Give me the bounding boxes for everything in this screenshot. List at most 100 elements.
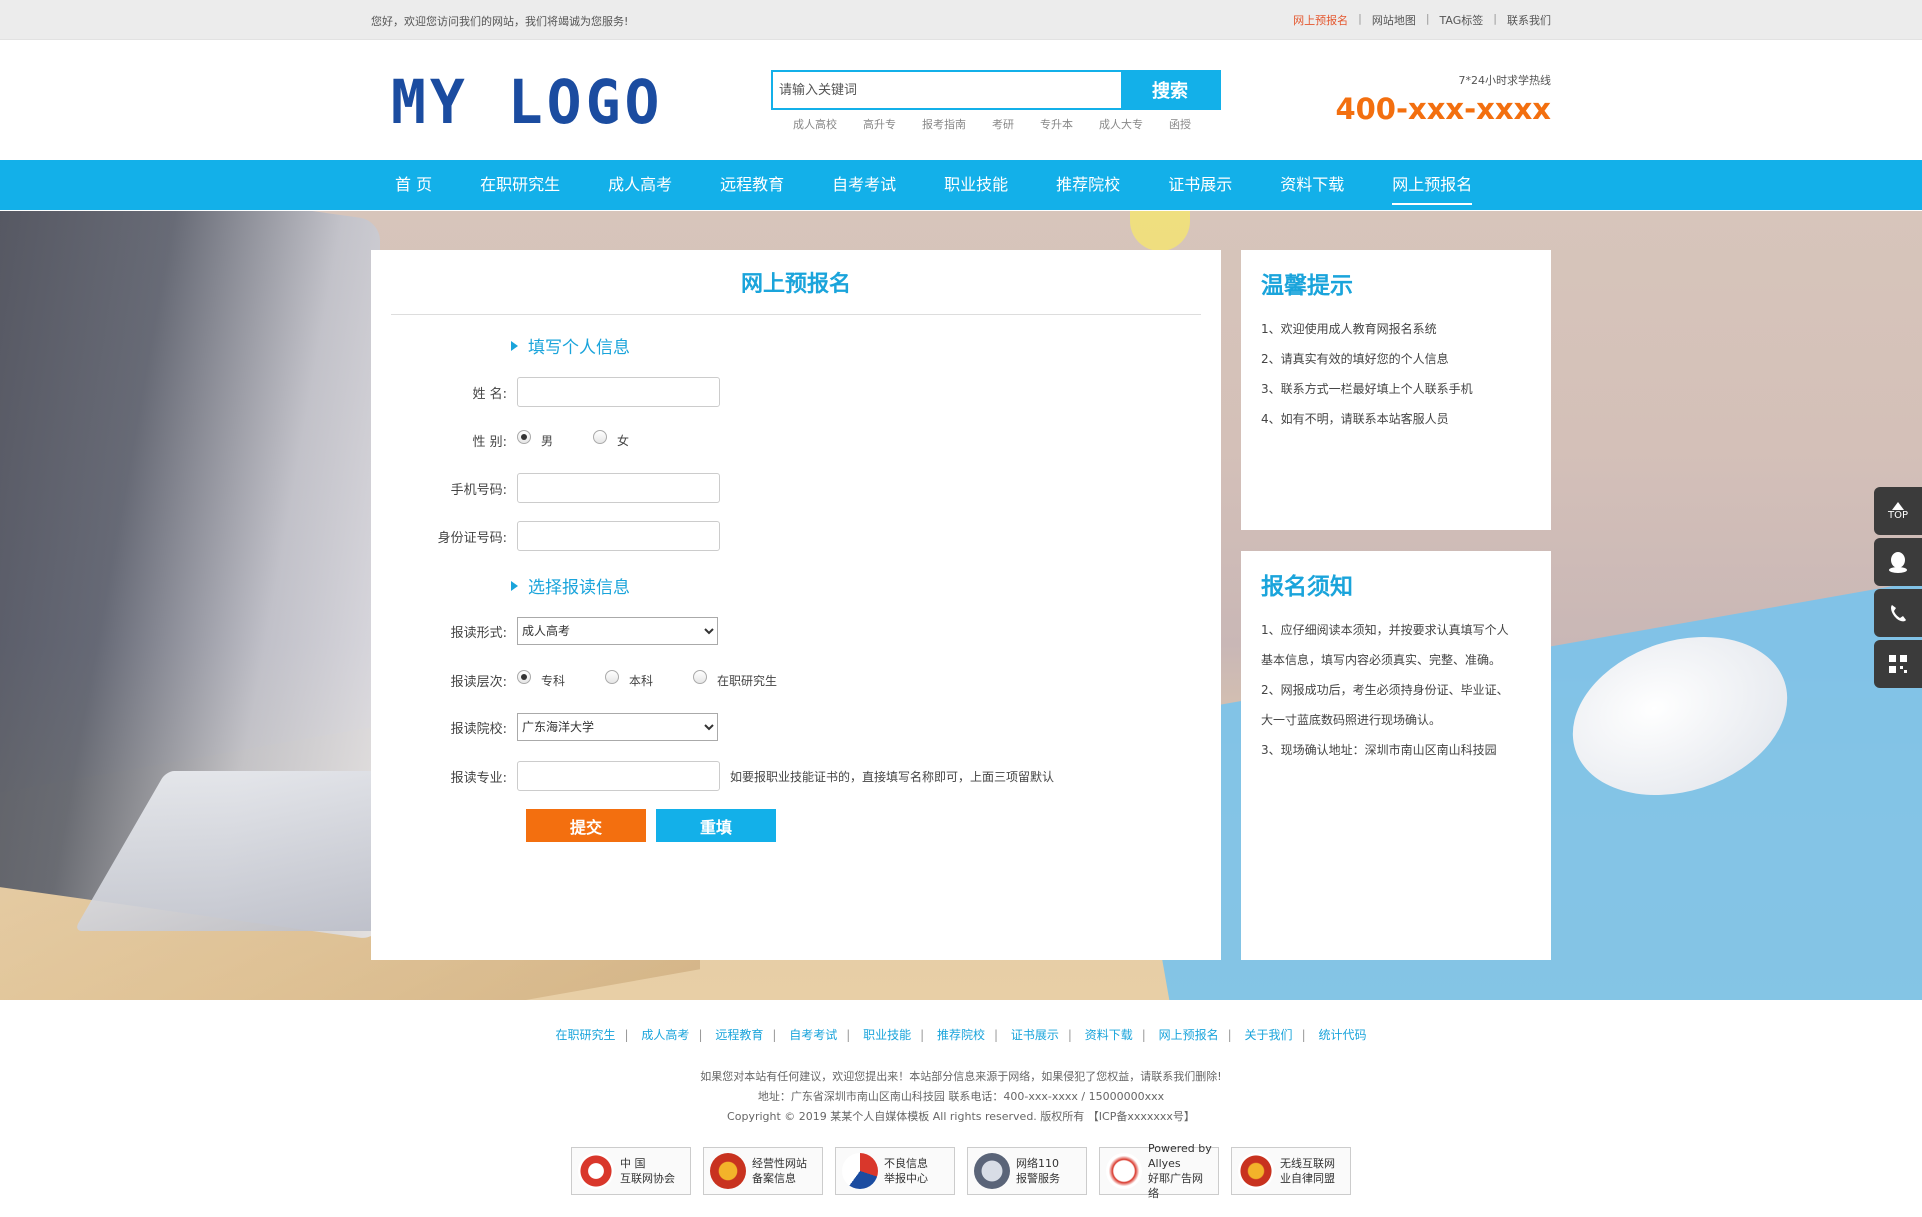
notice-panel: 报名须知 1、应仔细阅读本须知，并按要求认真填写个人 基本信息，填写内容必须真实…: [1241, 551, 1551, 960]
form-title: 网上预报名: [740, 272, 851, 297]
qrcode-button[interactable]: [1874, 640, 1922, 688]
header: MY LOGO 搜索 成人高校 高升专 报考指南 考研 专升本 成人大专 函授 …: [0, 40, 1922, 160]
level-junior-college-radio[interactable]: 专科: [517, 670, 565, 689]
gender-row: 性 别: 男 女: [371, 425, 1221, 455]
tips-panel: 温馨提示 1、欢迎使用成人教育网报名系统 2、请真实有效的填好您的个人信息 3、…: [1241, 250, 1551, 530]
hotword[interactable]: 函授: [1169, 116, 1191, 132]
footer-link[interactable]: 在职研究生: [556, 1028, 616, 1042]
top-link-sitemap[interactable]: 网站地图: [1372, 12, 1416, 28]
gender-male-radio[interactable]: 男: [517, 430, 553, 449]
report-icon: [842, 1153, 878, 1189]
emblem-icon: [710, 1153, 746, 1189]
badge-website-record[interactable]: 经营性网站 备案信息: [703, 1147, 823, 1195]
nav-item-schools[interactable]: 推荐院校: [1056, 160, 1120, 210]
mode-select[interactable]: 成人高考: [517, 617, 718, 645]
footer-address: 地址：广东省深圳市南山区南山科技园 联系电话：400-xxx-xxxx / 15…: [757, 1090, 1165, 1103]
phone-row: 手机号码:: [371, 473, 1221, 503]
hotline: 7*24小时求学热线 400-xxx-xxxx: [1335, 72, 1551, 126]
reset-button[interactable]: 重填: [656, 809, 776, 842]
major-row: 报读专业: 如要报职业技能证书的，直接填写名称即可，上面三项留默认: [371, 761, 1221, 791]
footer-link[interactable]: 远程教育: [715, 1028, 763, 1042]
hotword[interactable]: 专升本: [1040, 116, 1073, 132]
nav-item-home[interactable]: 首 页: [395, 160, 432, 210]
school-row: 报读院校: 广东海洋大学: [371, 712, 1221, 742]
tip-item: 2、请真实有效的填好您的个人信息: [1261, 352, 1449, 366]
qq-button[interactable]: [1874, 538, 1922, 586]
footer-link[interactable]: 推荐院校: [937, 1028, 985, 1042]
footer-link[interactable]: 自考考试: [789, 1028, 837, 1042]
nav-item-adult-exam[interactable]: 成人高考: [608, 160, 672, 210]
nav-item-preregister[interactable]: 网上预报名: [1392, 160, 1473, 210]
radio-dot: [517, 430, 531, 444]
badge-report-center[interactable]: 不良信息 举报中心: [835, 1147, 955, 1195]
search-button[interactable]: 搜索: [1121, 72, 1219, 108]
footer-link[interactable]: 资料下载: [1085, 1028, 1133, 1042]
nav-item-skills[interactable]: 职业技能: [944, 160, 1008, 210]
badge-wireless-alliance[interactable]: 无线互联网 业自律同盟: [1231, 1147, 1351, 1195]
level-row: 报读层次: 专科 本科 在职研究生: [371, 665, 1221, 695]
phone-input[interactable]: [517, 473, 720, 503]
level-label: 报读层次:: [450, 674, 507, 690]
name-input[interactable]: [517, 377, 720, 407]
badge-police-110[interactable]: 网络110 报警服务: [967, 1147, 1087, 1195]
footer-link[interactable]: 网上预报名: [1159, 1028, 1219, 1042]
notice-item: 基本信息，填写内容必须真实、完整、准确。: [1261, 653, 1502, 667]
top-link-preregister[interactable]: 网上预报名: [1293, 12, 1348, 28]
phone-button[interactable]: [1874, 589, 1922, 637]
major-label: 报读专业:: [450, 770, 507, 786]
top-bar: 您好，欢迎您访问我们的网站，我们将竭诚为您服务! 网上预报名 | 网站地图 | …: [0, 0, 1922, 40]
id-label: 身份证号码:: [437, 530, 507, 546]
mode-label: 报读形式:: [450, 625, 507, 641]
nav-item-certificates[interactable]: 证书展示: [1168, 160, 1232, 210]
hotword[interactable]: 考研: [992, 116, 1014, 132]
hotword[interactable]: 高升专: [863, 116, 896, 132]
major-input[interactable]: [517, 761, 720, 791]
notice-item: 3、现场确认地址：深圳市南山区南山科技园: [1261, 743, 1497, 757]
section-study-info: 选择报读信息: [511, 573, 630, 598]
site-logo[interactable]: MY LOGO: [391, 66, 663, 137]
notice-item: 1、应仔细阅读本须知，并按要求认真填写个人: [1261, 623, 1509, 637]
nav-item-remote[interactable]: 远程教育: [720, 160, 784, 210]
school-select[interactable]: 广东海洋大学: [517, 713, 718, 741]
section-personal-info: 填写个人信息: [511, 333, 630, 358]
trust-badges: 中 国互联网协会 经营性网站 备案信息 不良信息 举报中心 网络110 报警服务 Po…: [0, 1142, 1922, 1200]
search-input[interactable]: [773, 72, 1121, 108]
shield-icon: [974, 1153, 1010, 1189]
divider: [391, 314, 1201, 315]
footer-link[interactable]: 关于我们: [1245, 1028, 1293, 1042]
notice-item: 大一寸蓝底数码照进行现场确认。: [1261, 713, 1442, 727]
nav-item-downloads[interactable]: 资料下载: [1280, 160, 1344, 210]
badge-internet-society[interactable]: 中 国互联网协会: [571, 1147, 691, 1195]
footer-link[interactable]: 成人高考: [641, 1028, 689, 1042]
school-label: 报读院校:: [450, 721, 507, 737]
top-link-contact[interactable]: 联系我们: [1507, 12, 1551, 28]
footer-link[interactable]: 证书展示: [1011, 1028, 1059, 1042]
gender-female-radio[interactable]: 女: [593, 430, 629, 449]
hotword[interactable]: 成人大专: [1099, 116, 1143, 132]
arrow-up-icon: [1892, 501, 1904, 510]
welcome-text: 您好，欢迎您访问我们的网站，我们将竭诚为您服务!: [371, 15, 629, 28]
level-bachelor-radio[interactable]: 本科: [605, 670, 653, 689]
hotline-number: 400-xxx-xxxx: [1335, 92, 1551, 126]
back-to-top-button[interactable]: TOP: [1874, 487, 1922, 535]
phone-icon: [1891, 605, 1906, 622]
nav-item-graduate[interactable]: 在职研究生: [480, 160, 560, 210]
footer-link[interactable]: 职业技能: [863, 1028, 911, 1042]
top-link-tags[interactable]: TAG标签: [1440, 12, 1484, 28]
badge-allyes[interactable]: Powered by Allyes 好耶广告网络: [1099, 1142, 1219, 1200]
hotword[interactable]: 成人高校: [793, 116, 837, 132]
notice-item: 2、网报成功后，考生必须持身份证、毕业证、: [1261, 683, 1509, 697]
footer-link[interactable]: 统计代码: [1318, 1028, 1366, 1042]
id-number-input[interactable]: [517, 521, 720, 551]
level-postgraduate-radio[interactable]: 在职研究生: [693, 670, 777, 689]
nav-item-self-exam[interactable]: 自考考试: [832, 160, 896, 210]
hotword[interactable]: 报考指南: [922, 116, 966, 132]
footer-info: 如果您对本站有任何建议，欢迎您提出来！本站部分信息来源于网络，如果侵犯了您权益，…: [0, 1067, 1922, 1127]
major-hint: 如要报职业技能证书的，直接填写名称即可，上面三项留默认: [730, 769, 1055, 784]
submit-button[interactable]: 提交: [526, 809, 646, 842]
radio-dot: [593, 430, 608, 444]
hot-keywords: 成人高校 高升专 报考指南 考研 专升本 成人大专 函授: [771, 116, 1221, 132]
tip-item: 1、欢迎使用成人教育网报名系统: [1261, 322, 1437, 336]
alliance-seal-icon: [1238, 1153, 1274, 1189]
footer: 在职研究生 | 成人高考 | 远程教育 | 自考考试 | 职业技能 | 推荐院校 | 证书展…: [0, 1000, 1922, 1217]
